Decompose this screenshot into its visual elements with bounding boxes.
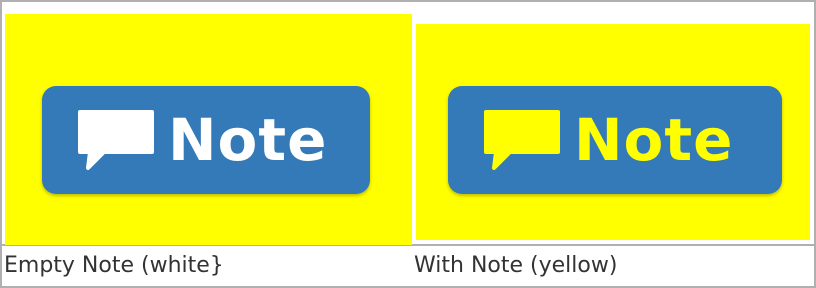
with-note-image-cell: Note	[412, 0, 816, 246]
speech-bubble-icon	[78, 110, 154, 170]
with-note-highlight: Note	[416, 24, 810, 240]
empty-note-highlight: Note	[5, 14, 412, 245]
empty-note-caption: Empty Note (white}	[4, 253, 224, 278]
with-note-caption: With Note (yellow)	[414, 253, 618, 278]
note-button-label: Note	[168, 106, 328, 174]
empty-note-caption-cell: Empty Note (white}	[0, 246, 414, 288]
note-button-with-note[interactable]: Note	[448, 86, 782, 194]
with-note-caption-cell: With Note (yellow)	[412, 246, 816, 288]
speech-bubble-icon	[484, 110, 560, 170]
note-button-label: Note	[574, 106, 734, 174]
comparison-table: Note Note Empty Note (white} With Note (…	[0, 0, 816, 288]
note-button-empty[interactable]: Note	[42, 86, 370, 194]
empty-note-image-cell: Note	[0, 0, 414, 246]
